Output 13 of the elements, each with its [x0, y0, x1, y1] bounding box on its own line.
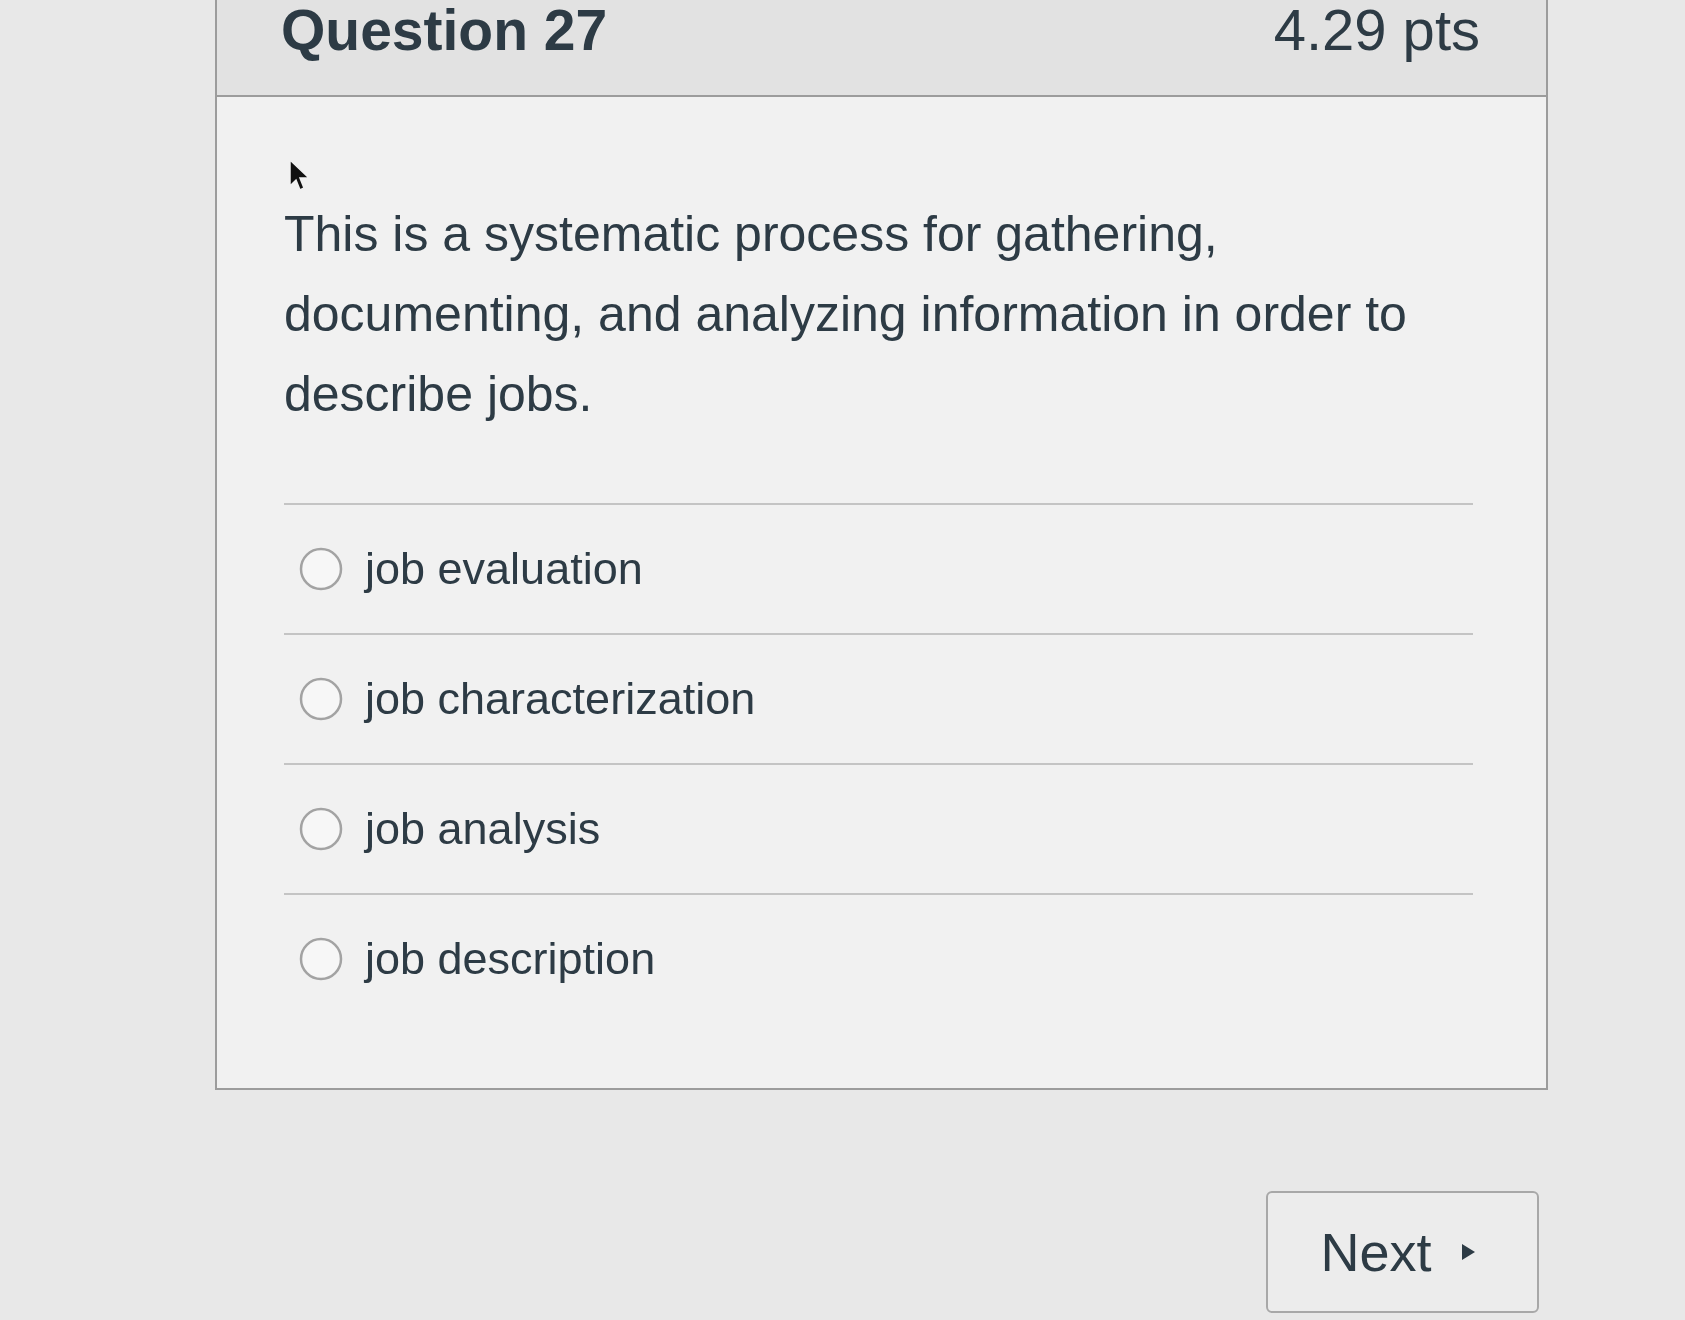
answer-label[interactable]: job analysis	[365, 802, 601, 856]
caret-right-icon	[1461, 1244, 1475, 1260]
question-title: Question 27	[281, 0, 608, 60]
radio-button[interactable]	[299, 547, 343, 591]
question-text: This is a systematic process for gathering, documenting, and analyzing information in order to describe jobs.	[284, 205, 1408, 424]
next-button[interactable]: Next	[1266, 1191, 1539, 1313]
answer-label[interactable]: job evaluation	[365, 542, 643, 596]
answer-label[interactable]: job characterization	[365, 672, 756, 726]
points-label: 4.29 pts	[1273, 0, 1480, 60]
radio-button[interactable]	[299, 937, 343, 981]
radio-button[interactable]	[299, 677, 343, 721]
radio-button[interactable]	[299, 807, 343, 851]
answer-label[interactable]: job description	[365, 932, 656, 986]
